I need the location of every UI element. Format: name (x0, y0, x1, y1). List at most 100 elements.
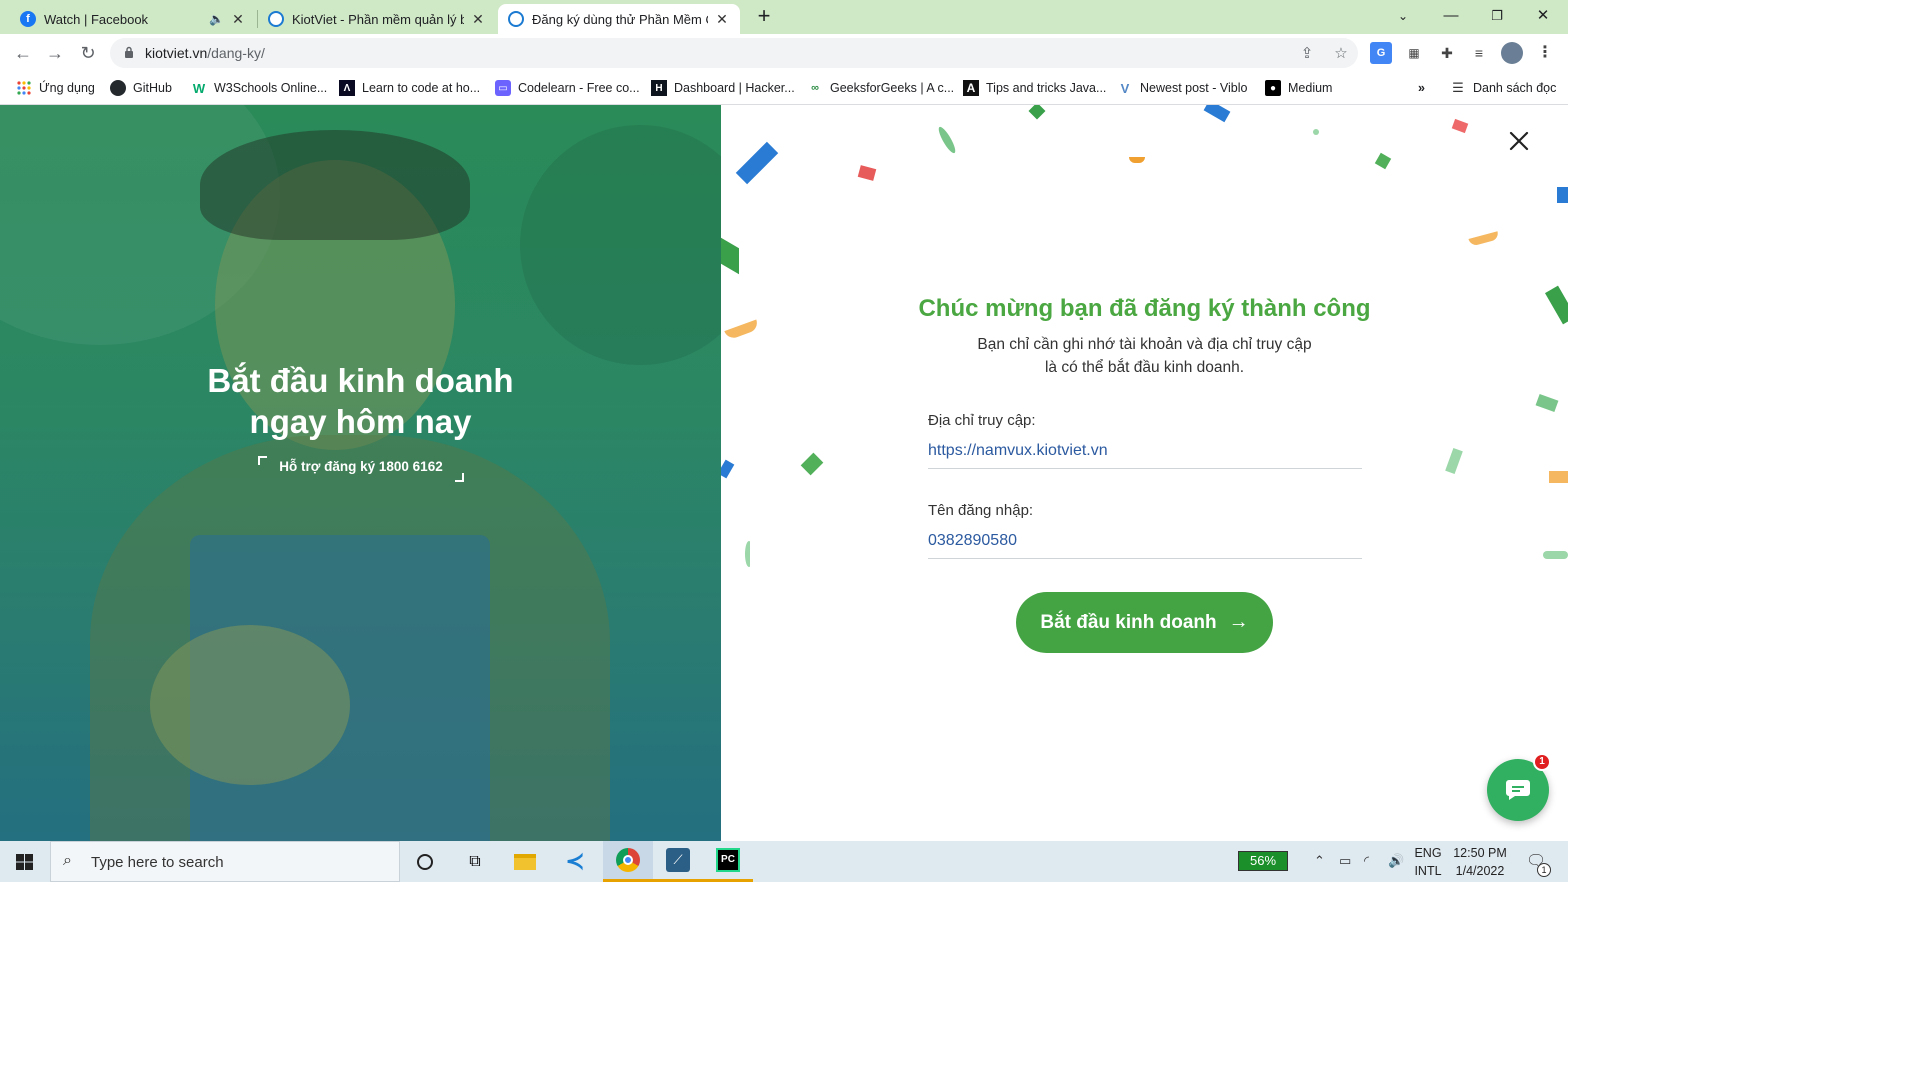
taskbar-search-box[interactable]: ⌕ Type here to search (50, 841, 400, 882)
username-label: Tên đăng nhập: (928, 502, 1034, 519)
mysql-workbench-app[interactable]: ⟋ (653, 841, 703, 882)
chat-notification-badge: 1 (1533, 753, 1551, 771)
confetti (1557, 187, 1568, 203)
tips-icon: A (963, 80, 979, 96)
lock-icon[interactable] (124, 46, 134, 58)
minimize-button[interactable]: — (1428, 2, 1474, 32)
task-view-button[interactable]: ⧉ (450, 841, 500, 882)
tab-title: Watch | Facebook (44, 11, 149, 27)
qr-code-icon[interactable]: ▦ (1403, 42, 1425, 64)
geeksforgeeks-icon: ∞ (811, 82, 819, 94)
success-title: Chúc mừng bạn đã đăng ký thành công (918, 295, 1371, 322)
bookmark-star-icon[interactable]: ☆ (1332, 45, 1350, 63)
profile-avatar[interactable] (1501, 42, 1523, 64)
start-business-button[interactable]: Bắt đầu kinh doanh → (1016, 592, 1273, 653)
reading-list-icon: ☰ (1452, 80, 1464, 95)
reload-button[interactable]: ↻ (75, 40, 101, 66)
forward-button[interactable]: → (42, 40, 68, 66)
person-hair (200, 130, 470, 240)
background-bokeh (520, 125, 721, 365)
bookmark-codelearn[interactable]: ▭ Codelearn - Free co... (495, 78, 640, 98)
bookmark-viblo[interactable]: V Newest post - Viblo (1117, 78, 1248, 98)
bookmarks-overflow-button[interactable]: » (1418, 78, 1425, 98)
tab-dang-ky[interactable]: Đăng ký dùng thử Phần Mềm Qu ✕ (498, 4, 740, 34)
tab-strip: f Watch | Facebook 🔈 ✕ KiotViet - Phần m… (0, 0, 1568, 34)
bookmark-apps[interactable]: Ứng dụng (16, 78, 95, 98)
confetti (857, 165, 877, 181)
codelearn-icon: ▭ (495, 80, 511, 96)
confetti (1313, 129, 1319, 135)
menu-kebab-icon[interactable]: ⋮ (1534, 42, 1556, 64)
battery-meter[interactable]: 56% (1238, 851, 1288, 871)
notification-count-badge: 1 (1537, 863, 1551, 877)
chrome-app[interactable] (603, 841, 653, 882)
google-translate-icon[interactable]: G (1370, 42, 1392, 64)
new-tab-button[interactable]: + (752, 4, 776, 30)
bookmark-tips[interactable]: A Tips and tricks Java... (963, 78, 1106, 98)
bookmark-label: Ứng dụng (39, 81, 95, 95)
close-window-button[interactable]: ✕ (1520, 2, 1566, 32)
wifi-icon[interactable]: ◜ (1364, 853, 1369, 869)
bookmark-w3schools[interactable]: W W3Schools Online... (191, 78, 327, 98)
address-value-link[interactable]: https://namvux.kiotviet.vn (928, 442, 1362, 469)
tab-search-icon[interactable]: ⌄ (1380, 2, 1426, 32)
confetti (1535, 393, 1559, 413)
frame-corner (455, 473, 464, 482)
speaker-icon[interactable]: 🔈 (209, 12, 224, 26)
browser-toolbar: ← → ↻ kiotviet.vn/dang-ky/ ⇪ ☆ G ▦ ✚ ≡ ⋮ (0, 34, 1568, 72)
close-tab-icon[interactable]: ✕ (714, 11, 730, 28)
show-hidden-icons-chevron-icon[interactable]: ⌃ (1314, 853, 1325, 869)
confetti (721, 237, 739, 275)
cortana-circle-icon (417, 853, 433, 870)
confetti (1374, 152, 1392, 170)
bookmark-freecodecamp[interactable]: Λ Learn to code at ho... (339, 78, 480, 98)
confetti (735, 141, 779, 185)
close-icon[interactable] (1507, 129, 1531, 153)
bookmark-label: GeeksforGeeks | A c... (830, 81, 955, 95)
vscode-app[interactable]: ≺ (550, 841, 600, 882)
media-control-icon[interactable]: ≡ (1468, 42, 1490, 64)
share-icon[interactable]: ⇪ (1298, 45, 1316, 63)
confetti (1543, 551, 1568, 559)
tab-kiotviet[interactable]: KiotViet - Phần mềm quản lý bán ✕ (258, 4, 496, 34)
chat-bubble-icon (1506, 780, 1530, 800)
bookmark-geeksforgeeks[interactable]: ∞ GeeksforGeeks | A c... (807, 78, 954, 98)
close-tab-icon[interactable]: ✕ (470, 11, 486, 28)
back-button[interactable]: ← (10, 40, 36, 66)
address-bar[interactable]: kiotviet.vn/dang-ky/ ⇪ ☆ (110, 38, 1358, 68)
pycharm-app[interactable]: PC (703, 841, 753, 882)
input-language-indicator[interactable]: ENG INTL (1412, 844, 1444, 880)
bookmark-hackerrank[interactable]: H Dashboard | Hacker... (651, 78, 795, 98)
hackerrank-icon: H (651, 80, 667, 96)
arrow-right-icon: → (1228, 611, 1249, 633)
close-tab-icon[interactable]: ✕ (230, 11, 246, 28)
bookmark-github[interactable]: GitHub (110, 78, 172, 98)
facebook-icon: f (20, 11, 36, 27)
mysql-workbench-icon: ⟋ (666, 848, 690, 872)
bookmark-label: GitHub (133, 81, 172, 95)
frame-corner (258, 456, 267, 465)
battery-icon[interactable]: ▭ (1339, 853, 1351, 869)
w3schools-icon: W (192, 80, 206, 96)
bookmark-medium[interactable]: ● Medium (1265, 78, 1332, 98)
bookmark-label: Medium (1288, 81, 1333, 95)
support-hotline[interactable]: Hỗ trợ đăng ký 1800 6162 (258, 456, 464, 482)
viblo-icon: V (1120, 80, 1130, 96)
restore-button[interactable]: ❐ (1474, 2, 1520, 32)
reading-list-button[interactable]: ☰ Danh sách đọc (1450, 78, 1556, 98)
task-view-icon: ⧉ (469, 852, 481, 870)
tab-facebook[interactable]: f Watch | Facebook 🔈 ✕ (10, 4, 256, 34)
bookmark-label: Learn to code at ho... (362, 81, 481, 95)
confetti (1129, 157, 1145, 163)
volume-icon[interactable]: 🔊 (1388, 853, 1404, 869)
cortana-button[interactable] (400, 841, 450, 882)
system-clock[interactable]: 12:50 PM 1/4/2022 (1450, 844, 1510, 880)
success-panel: Chúc mừng bạn đã đăng ký thành công Bạn … (721, 105, 1568, 841)
extensions-icon[interactable]: ✚ (1436, 42, 1458, 64)
file-explorer-app[interactable] (500, 841, 550, 882)
windows-start-button[interactable] (0, 841, 50, 882)
confetti (1549, 471, 1568, 483)
search-icon: ⌕ (63, 852, 72, 869)
bookmark-label: Newest post - Viblo (1140, 81, 1248, 95)
github-icon (110, 80, 126, 96)
